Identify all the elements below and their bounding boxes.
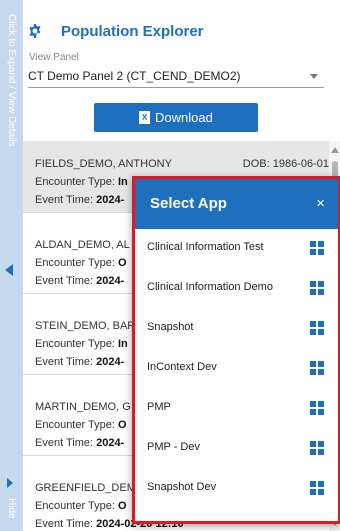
encounter-type-label: Encounter Type: bbox=[35, 419, 115, 431]
patient-name: MARTIN_DEMO, G bbox=[35, 401, 131, 413]
app-label: InContext Dev bbox=[147, 361, 217, 373]
download-button[interactable]: X Download bbox=[94, 103, 258, 132]
app-grid-icon[interactable] bbox=[310, 361, 324, 375]
encounter-type-value: In bbox=[117, 338, 128, 350]
patient-name: ALDAN_DEMO, AL bbox=[35, 239, 130, 251]
event-time-value: 2024- bbox=[96, 275, 125, 287]
excel-file-icon: X bbox=[139, 111, 150, 124]
event-time-value: 2024- bbox=[96, 194, 125, 206]
encounter-type-label: Encounter Type: bbox=[35, 257, 115, 269]
app-item[interactable]: InContext Dev bbox=[135, 349, 338, 389]
app-grid-icon[interactable] bbox=[310, 401, 324, 415]
panel-header: Population Explorer bbox=[23, 14, 340, 48]
encounter-type-label: Encounter Type: bbox=[35, 338, 115, 350]
app-label: Clinical Information Test bbox=[147, 241, 264, 253]
patient-dob: DOB: 1986-06-01 bbox=[242, 158, 329, 170]
app-grid-icon[interactable] bbox=[310, 441, 324, 455]
app-label: PMP bbox=[147, 401, 171, 413]
page-title: Population Explorer bbox=[61, 23, 204, 40]
collapse-rail[interactable]: Click to Expand / View Details Hide bbox=[0, 0, 22, 531]
encounter-type-value: O bbox=[117, 257, 127, 269]
app-label: Clinical Information Demo bbox=[147, 281, 273, 293]
event-time: Event Time: 2024- bbox=[35, 194, 124, 206]
app-item[interactable]: Snapshot Dev bbox=[135, 469, 338, 509]
hide-label[interactable]: Hide bbox=[0, 498, 22, 519]
app-grid-icon[interactable] bbox=[310, 321, 324, 335]
app-item[interactable]: Clinical Information Demo bbox=[135, 269, 338, 309]
select-app-dialog: Select App × Clinical Information Test Cl… bbox=[132, 176, 340, 524]
chevron-down-icon[interactable] bbox=[310, 74, 318, 79]
close-icon[interactable]: × bbox=[316, 195, 325, 212]
app-grid-icon[interactable] bbox=[310, 481, 324, 495]
event-time: Event Time: 2024- bbox=[35, 356, 124, 368]
view-panel-label: View Panel bbox=[29, 52, 79, 63]
encounter-type: Encounter Type: O bbox=[35, 500, 127, 512]
event-time-label: Event Time: bbox=[35, 194, 94, 206]
app-item[interactable]: Snapshot bbox=[135, 309, 338, 349]
view-panel-value[interactable]: CT Demo Panel 2 (CT_CEND_DEMO2) bbox=[28, 69, 241, 83]
encounter-type: Encounter Type: In bbox=[35, 338, 128, 350]
event-time: Event Time: 2024- bbox=[35, 437, 124, 449]
event-time-value: 2024- bbox=[96, 356, 125, 368]
encounter-type-label: Encounter Type: bbox=[35, 500, 115, 512]
dialog-header: Select App × bbox=[135, 179, 338, 229]
app-grid-icon[interactable] bbox=[310, 281, 324, 295]
download-label: Download bbox=[155, 110, 213, 125]
hide-arrow-icon[interactable] bbox=[7, 478, 13, 488]
scroll-up-icon[interactable] bbox=[331, 147, 339, 153]
encounter-type-label: Encounter Type: bbox=[35, 176, 115, 188]
event-time-value: 2024- bbox=[96, 437, 125, 449]
encounter-type: Encounter Type: In bbox=[35, 176, 128, 188]
encounter-type: Encounter Type: O bbox=[35, 257, 127, 269]
event-time-label: Event Time: bbox=[35, 275, 94, 287]
encounter-type-value: In bbox=[117, 176, 128, 188]
event-time-label: Event Time: bbox=[35, 437, 94, 449]
patient-name: STEIN_DEMO, BAR bbox=[35, 320, 136, 332]
gear-icon[interactable] bbox=[28, 24, 42, 38]
app-item[interactable]: Clinical Information Test bbox=[135, 229, 338, 269]
event-time-label: Event Time: bbox=[35, 356, 94, 368]
event-time: Event Time: 2024- bbox=[35, 275, 124, 287]
scroll-thumb[interactable] bbox=[332, 161, 338, 177]
app-label: PMP - Dev bbox=[147, 441, 200, 453]
view-panel-select[interactable]: CT Demo Panel 2 (CT_CEND_DEMO2) bbox=[28, 66, 324, 88]
event-time-label: Event Time: bbox=[35, 518, 94, 530]
app-label: Snapshot Dev bbox=[147, 481, 217, 493]
encounter-type-value: O bbox=[117, 419, 127, 431]
encounter-type: Encounter Type: O bbox=[35, 419, 127, 431]
patient-name: GREENFIELD_DEM bbox=[35, 482, 136, 494]
app-item[interactable]: PMP bbox=[135, 389, 338, 429]
expand-arrow-icon[interactable] bbox=[5, 264, 13, 276]
encounter-type-value: O bbox=[117, 500, 127, 512]
expand-details-label[interactable]: Click to Expand / View Details bbox=[0, 14, 22, 264]
app-item[interactable]: PMP - Dev bbox=[135, 429, 338, 469]
dialog-title: Select App bbox=[150, 195, 227, 212]
patient-name: FIELDS_DEMO, ANTHONY bbox=[35, 158, 172, 170]
app-label: Snapshot bbox=[147, 321, 194, 333]
app-grid-icon[interactable] bbox=[310, 241, 324, 255]
